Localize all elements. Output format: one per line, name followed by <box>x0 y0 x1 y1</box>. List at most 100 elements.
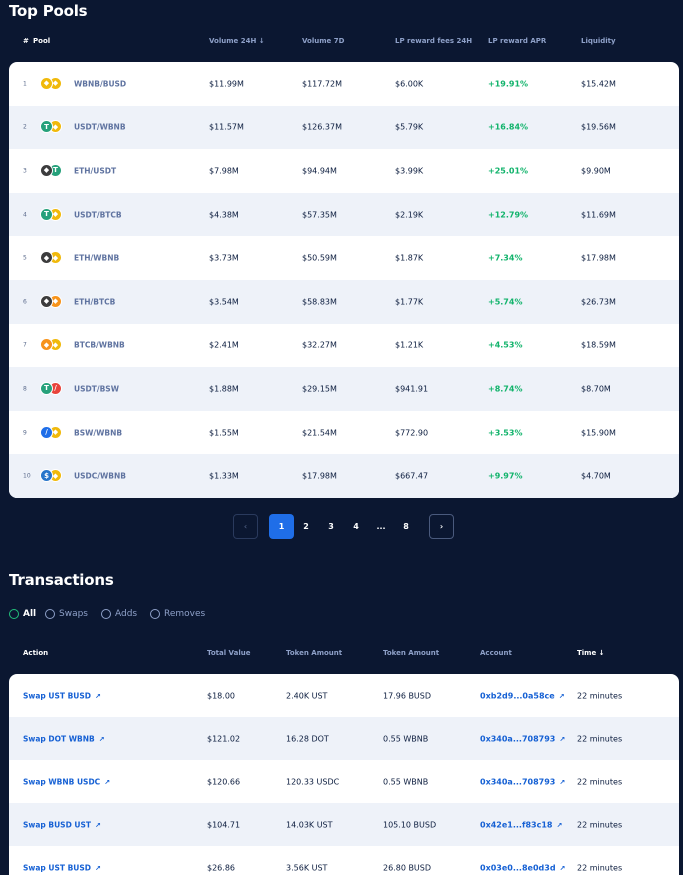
external-link-icon: ↗ <box>95 821 101 829</box>
pool-lp-apr: +4.53% <box>488 340 523 350</box>
table-row[interactable]: 9 / ◆ BSW/WBNB $1.55M $21.54M $772.90 +3… <box>9 411 679 455</box>
table-row[interactable]: 6 ◆ ◆ ETH/BTCB $3.54M $58.83M $1.77K +5.… <box>9 279 679 324</box>
transaction-account-link[interactable]: 0x42e1...f83c18 ↗ <box>480 820 562 829</box>
pool-volume-24h: $7.98M <box>209 166 239 176</box>
pool-pair-link[interactable]: USDT/BSW <box>74 384 119 393</box>
pool-pair-link[interactable]: USDC/WBNB <box>74 472 126 481</box>
pool-liquidity: $17.98M <box>581 253 616 263</box>
token-pair-icons: ◆ ◆ <box>38 293 68 311</box>
token-icon: T <box>40 120 53 134</box>
pool-liquidity: $8.70M <box>581 384 611 394</box>
table-row[interactable]: 1 ◆ ◆ WBNB/BUSD $11.99M $117.72M $6.00K … <box>9 62 679 106</box>
transaction-action-link[interactable]: Swap UST BUSD ↗ <box>23 863 101 872</box>
col-header-lp-fees[interactable]: LP reward fees 24H <box>395 37 472 45</box>
pool-rank: 4 <box>23 211 27 219</box>
pool-rank: 8 <box>23 385 27 393</box>
pool-lp-apr: +25.01% <box>488 166 529 176</box>
filter-adds[interactable]: Adds <box>101 609 137 619</box>
pool-lp-fees: $667.47 <box>395 471 429 481</box>
token-pair-icons: T ◆ <box>38 118 68 136</box>
table-row[interactable]: 10 $ ◆ USDC/WBNB $1.33M $17.98M $667.47 … <box>9 454 679 498</box>
table-row: Swap UST BUSD ↗ $18.00 2.40K UST 17.96 BU… <box>9 674 679 717</box>
col-header-token-amount-2[interactable]: Token Amount <box>383 649 439 657</box>
pool-volume-24h: $11.99M <box>209 79 244 89</box>
col-header-lp-apr[interactable]: LP reward APR <box>488 37 546 45</box>
table-row[interactable]: 8 T / USDT/BSW $1.88M $29.15M $941.91 +8… <box>9 367 679 411</box>
token-icon: ◆ <box>40 338 53 352</box>
account-label: 0x03e0...8e0d3d <box>480 863 556 872</box>
page-1-button[interactable]: 1 <box>269 514 294 539</box>
col-header-time[interactable]: Time ↓ <box>577 649 605 657</box>
table-row: Swap DOT WBNB ↗ $121.02 16.28 DOT 0.55 WB… <box>9 717 679 760</box>
table-row[interactable]: 7 ◆ ◆ BTCB/WBNB $2.41M $32.27M $1.21K +4… <box>9 324 679 368</box>
pools-table: 1 ◆ ◆ WBNB/BUSD $11.99M $117.72M $6.00K … <box>9 62 679 498</box>
external-link-icon: ↗ <box>556 821 563 829</box>
col-header-token-amount-1[interactable]: Token Amount <box>286 649 342 657</box>
col-header-account[interactable]: Account <box>480 649 512 657</box>
col-header-pool[interactable]: Pool <box>33 37 50 45</box>
table-row[interactable]: 3 ◆ T ETH/USDT $7.98M $94.94M $3.99K +25… <box>9 149 679 193</box>
transaction-account-link[interactable]: 0x340a...708793 ↗ <box>480 734 565 743</box>
pool-pair-link[interactable]: BTCB/WBNB <box>74 341 125 350</box>
pool-volume-7d: $117.72M <box>302 79 342 89</box>
table-row[interactable]: 5 ◆ ◆ ETH/WBNB $3.73M $50.59M $1.87K +7.… <box>9 236 679 280</box>
external-link-icon: ↗ <box>98 735 105 743</box>
pool-lp-fees: $1.77K <box>395 297 424 307</box>
col-header-volume-7d[interactable]: Volume 7D <box>302 37 344 45</box>
transaction-token-amount-1: 14.03K UST <box>286 820 333 829</box>
pool-liquidity: $4.70M <box>581 471 611 481</box>
pool-liquidity: $19.56M <box>581 122 616 132</box>
page-8-button[interactable]: 8 <box>394 514 418 539</box>
page-3-button[interactable]: 3 <box>319 514 343 539</box>
transaction-total-value: $26.86 <box>207 863 235 872</box>
pool-pair-link[interactable]: ETH/USDT <box>74 166 116 175</box>
filter-all[interactable]: All <box>9 609 36 619</box>
transaction-action-link[interactable]: Swap DOT WBNB ↗ <box>23 734 105 743</box>
pool-liquidity: $9.90M <box>581 166 611 176</box>
transaction-account-link[interactable]: 0xb2d9...0a58ce ↗ <box>480 691 565 700</box>
col-header-volume-24h[interactable]: Volume 24H ↓ <box>209 37 265 45</box>
pool-lp-apr: +3.53% <box>488 428 523 438</box>
pool-rank: 5 <box>23 254 27 262</box>
col-header-rank: # <box>23 37 29 45</box>
pool-pair-link[interactable]: BSW/WBNB <box>74 428 122 437</box>
transaction-total-value: $121.02 <box>207 734 241 743</box>
pool-lp-fees: $1.21K <box>395 340 424 350</box>
transaction-time: 22 minutes <box>577 820 623 829</box>
token-pair-icons: ◆ ◆ <box>38 75 68 93</box>
token-icon: ◆ <box>40 294 53 308</box>
pool-volume-24h: $11.57M <box>209 122 244 132</box>
pool-pair-link[interactable]: WBNB/BUSD <box>74 79 126 88</box>
filter-swaps[interactable]: Swaps <box>45 609 88 619</box>
transaction-time: 22 minutes <box>577 777 623 786</box>
pool-volume-24h: $3.73M <box>209 253 239 263</box>
table-row[interactable]: 2 T ◆ USDT/WBNB $11.57M $126.37M $5.79K … <box>9 105 679 150</box>
pool-pair-link[interactable]: ETH/WBNB <box>74 254 119 263</box>
pool-volume-7d: $57.35M <box>302 210 337 220</box>
token-pair-icons: T / <box>38 380 68 398</box>
transaction-action-link[interactable]: Swap BUSD UST ↗ <box>23 820 101 829</box>
transaction-action-link[interactable]: Swap WBNB USDC ↗ <box>23 777 110 786</box>
transaction-time: 22 minutes <box>577 691 623 700</box>
transaction-total-value: $120.66 <box>207 777 241 786</box>
transaction-account-link[interactable]: 0x340a...708793 ↗ <box>480 777 565 786</box>
pool-pair-link[interactable]: USDT/WBNB <box>74 123 126 132</box>
pool-pair-link[interactable]: ETH/BTCB <box>74 297 115 306</box>
filter-label: Swaps <box>59 609 88 619</box>
pool-pair-link[interactable]: USDT/BTCB <box>74 210 122 219</box>
filter-removes[interactable]: Removes <box>150 609 205 619</box>
page-2-button[interactable]: 2 <box>294 514 318 539</box>
col-header-liquidity[interactable]: Liquidity <box>581 37 616 45</box>
prev-page-button[interactable]: ‹ <box>233 514 258 539</box>
token-icon: ◆ <box>40 163 53 177</box>
table-row[interactable]: 4 T ◆ USDT/BTCB $4.38M $57.35M $2.19K +1… <box>9 192 679 237</box>
col-header-total-value[interactable]: Total Value <box>207 649 250 657</box>
pool-volume-24h: $1.33M <box>209 471 239 481</box>
transaction-account-link[interactable]: 0x03e0...8e0d3d ↗ <box>480 863 565 872</box>
pool-lp-apr: +5.74% <box>488 297 523 307</box>
account-label: 0x42e1...f83c18 <box>480 820 553 829</box>
action-label: Swap UST BUSD <box>23 863 92 872</box>
next-page-button[interactable]: › <box>429 514 454 539</box>
transaction-action-link[interactable]: Swap UST BUSD ↗ <box>23 691 101 700</box>
page-4-button[interactable]: 4 <box>344 514 368 539</box>
